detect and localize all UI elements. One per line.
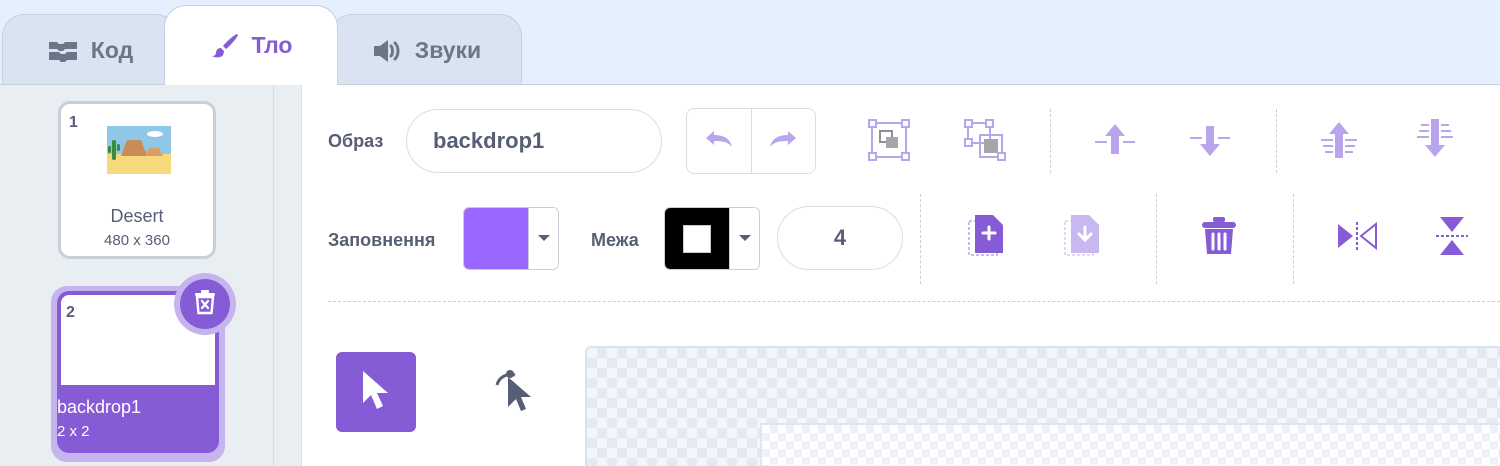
paintbrush-icon (210, 31, 240, 61)
redo-button[interactable] (750, 109, 816, 173)
fill-label: Заповнення (328, 230, 436, 250)
arrow-down-icon (1188, 120, 1232, 165)
desert-thumbnail (107, 126, 171, 174)
outline-width-input[interactable] (777, 206, 903, 270)
backdrop-name: Desert (110, 206, 164, 226)
outline-label: Межа (591, 230, 639, 250)
undo-button[interactable] (687, 109, 751, 173)
flip-vertical-button[interactable] (1427, 213, 1477, 263)
front-button[interactable] (1314, 117, 1364, 167)
caret-down-icon (738, 230, 752, 248)
paste-button[interactable] (1058, 213, 1108, 263)
caret-down-icon (537, 230, 551, 248)
reshape-cursor-icon (493, 365, 543, 420)
divider (1293, 194, 1294, 284)
divider (920, 194, 921, 284)
backdrop-number: 2 (66, 304, 75, 321)
copy-button[interactable] (962, 213, 1012, 263)
undo-redo-group (686, 108, 816, 174)
paste-file-icon (1063, 213, 1103, 264)
bring-to-front-icon (1317, 120, 1361, 165)
group-button[interactable] (864, 117, 914, 167)
fill-color-picker[interactable] (463, 207, 559, 270)
tab-backdrop[interactable]: Тло (164, 5, 338, 85)
divider (1156, 194, 1157, 284)
flip-vertical-icon (1434, 215, 1470, 262)
tab-sounds[interactable]: Звуки (330, 14, 522, 86)
costume-name-input[interactable] (406, 109, 662, 173)
undo-icon (702, 128, 736, 155)
flip-horizontal-button[interactable] (1332, 213, 1382, 263)
divider (1276, 109, 1277, 173)
ungroup-button[interactable] (960, 117, 1010, 167)
arrow-cursor-icon (359, 368, 393, 417)
send-to-back-icon (1413, 115, 1457, 164)
fill-color-swatch (464, 208, 528, 269)
backdrop-number: 1 (69, 114, 78, 131)
costume-name-label: Образ (328, 131, 384, 151)
trash-x-icon (194, 289, 216, 320)
outline-dropdown[interactable] (729, 208, 759, 269)
tab-backdrop-label: Тло (251, 32, 293, 58)
tab-code-label: Код (90, 37, 134, 63)
trash-icon (1200, 216, 1238, 261)
backdrop-size: 480 x 360 (104, 232, 170, 249)
backdrop-item-desert[interactable]: 1 Desert 480 x 360 (58, 101, 216, 259)
backdrop-name: backdrop1 (57, 397, 142, 417)
flip-horizontal-icon (1336, 220, 1378, 257)
code-blocks-icon (47, 38, 79, 64)
tab-sounds-label: Звуки (414, 37, 482, 63)
redo-icon (766, 128, 800, 155)
divider (1050, 109, 1051, 173)
forward-button[interactable] (1090, 117, 1140, 167)
speaker-icon (371, 37, 403, 65)
backward-button[interactable] (1185, 117, 1235, 167)
ungroup-icon (964, 118, 1006, 166)
fill-dropdown[interactable] (528, 208, 558, 269)
tab-code[interactable]: Код (2, 14, 178, 86)
reshape-tool[interactable] (478, 352, 558, 432)
group-icon (868, 118, 910, 166)
select-tool[interactable] (336, 352, 416, 432)
back-button[interactable] (1410, 114, 1460, 164)
canvas-artboard[interactable] (760, 423, 1500, 466)
delete-button[interactable] (1194, 213, 1244, 263)
backdrop-size: 2 x 2 (57, 423, 90, 440)
list-scrollbar[interactable] (274, 84, 302, 466)
copy-file-icon (967, 213, 1007, 264)
toolbar-divider (328, 301, 1500, 302)
outline-color-picker[interactable] (664, 207, 760, 270)
outline-color-swatch (665, 208, 729, 269)
delete-backdrop-button[interactable] (174, 273, 236, 335)
arrow-up-icon (1093, 120, 1137, 165)
